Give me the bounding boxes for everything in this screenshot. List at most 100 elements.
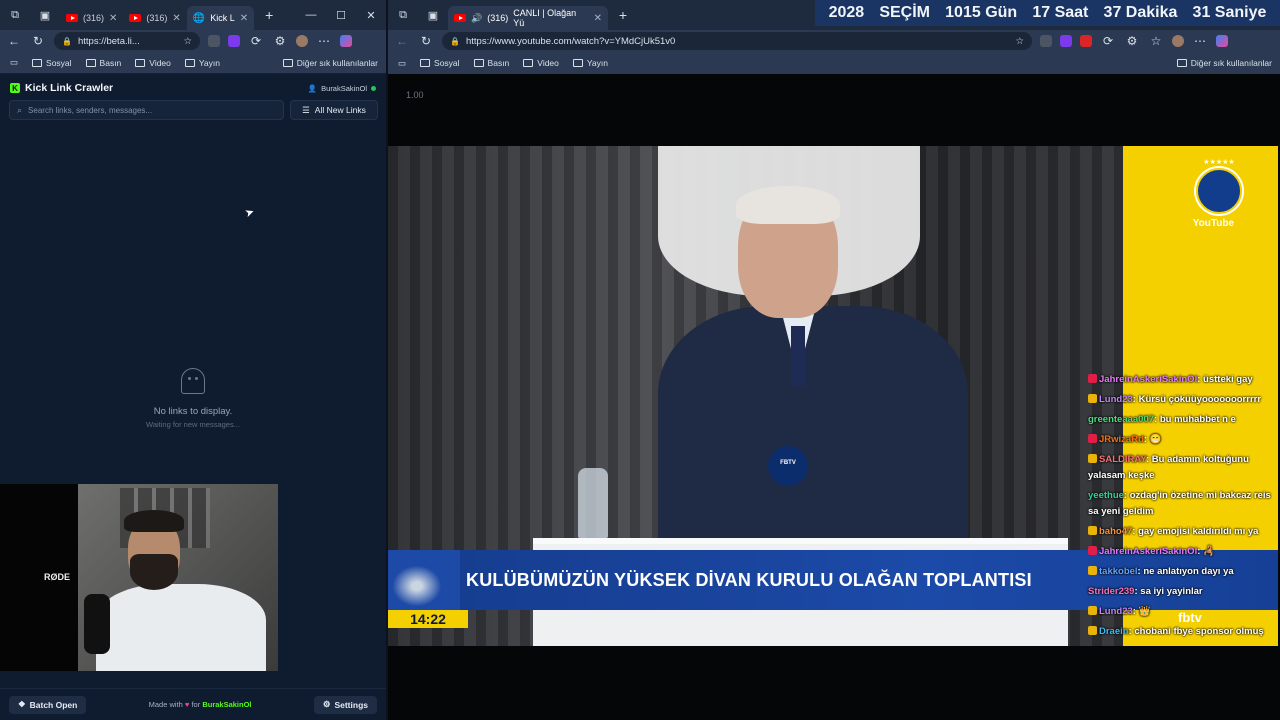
- chat-message: Lund23: Kürsü çöküüyooooooorrrrr: [1088, 392, 1278, 408]
- bookmark-other[interactable]: Diğer sık kullanılanlar: [1176, 58, 1272, 68]
- countdown-year: 2028: [828, 4, 865, 21]
- bookmark-yayin[interactable]: Yayın: [572, 58, 608, 68]
- person-beard: [130, 554, 178, 590]
- badge-icon: [1088, 374, 1097, 383]
- chat-username: JRwizaRd: [1099, 434, 1144, 445]
- bookmark-yayin[interactable]: Yayın: [184, 57, 220, 68]
- more-icon[interactable]: ⋯: [316, 34, 332, 48]
- chat-text: 🦂: [1203, 546, 1215, 557]
- new-tab-icon[interactable]: +: [608, 7, 638, 23]
- made-for: for: [191, 700, 201, 709]
- made-with-credit: Made with ♥ for BurakSakinOl: [149, 700, 252, 709]
- star-icon[interactable]: ☆: [183, 36, 192, 47]
- badge-icon: [1088, 626, 1097, 635]
- refresh-icon[interactable]: ↻: [30, 34, 46, 48]
- back-icon[interactable]: ←: [394, 34, 410, 48]
- badge-icon: [1088, 526, 1097, 535]
- chat-message: greenteaaa007: bu muhabbet n e: [1088, 412, 1278, 428]
- settings-button[interactable]: ⚙ Settings: [313, 695, 377, 714]
- back-icon[interactable]: ←: [6, 34, 22, 48]
- tab-actions-icon[interactable]: ▣: [30, 9, 60, 22]
- app-title: Kick Link Crawler: [25, 82, 114, 94]
- bookmark-label: Basın: [99, 57, 122, 68]
- chat-message: Draein: chobani fbye sponsor olmuş: [1088, 624, 1278, 640]
- address-bar[interactable]: 🔒 https://www.youtube.com/watch?v=YMdCjU…: [442, 32, 1032, 50]
- bookmark-basin[interactable]: Basın: [473, 58, 509, 68]
- filter-label: All New Links: [314, 105, 366, 115]
- kick-logo-icon: K: [10, 83, 20, 93]
- chat-text: üstteki gay: [1203, 374, 1253, 385]
- made-prefix: Made with: [148, 700, 183, 709]
- filter-dropdown[interactable]: ☰ All New Links: [290, 100, 378, 120]
- refresh-extension-icon[interactable]: ⟳: [1100, 34, 1116, 48]
- bookmark-sosyal[interactable]: Sosyal: [420, 58, 460, 68]
- playback-speed: 1.00: [406, 90, 424, 100]
- extension-icon[interactable]: [1040, 35, 1052, 47]
- chat-text: sa iyi yayinlar: [1140, 586, 1203, 597]
- extensions-icon[interactable]: ⚙: [1124, 34, 1140, 48]
- bookmark-label: Video: [149, 57, 171, 68]
- countdown-hours: 17 Saat: [1032, 4, 1089, 21]
- window-close-icon[interactable]: ✕: [356, 9, 386, 22]
- bookmark-other[interactable]: Diğer sık kullanılanlar: [282, 58, 378, 68]
- sidebar-toggle-icon[interactable]: ▭: [398, 58, 406, 69]
- bookmark-sosyal[interactable]: Sosyal: [32, 58, 72, 68]
- url-text: https://beta.li...: [77, 35, 140, 47]
- tab-youtube-1[interactable]: (316) ✕: [60, 6, 123, 30]
- filter-icon: ☰: [302, 104, 310, 115]
- chat-text: bu muhabbet n e: [1159, 414, 1236, 425]
- close-icon[interactable]: ✕: [594, 13, 602, 24]
- channel-badge: YouTube: [1192, 218, 1234, 229]
- youtube-extension-icon[interactable]: [1080, 35, 1092, 47]
- badge-icon: [1088, 566, 1097, 575]
- tab-kick-link[interactable]: 🌐 Kick L ✕: [186, 6, 255, 30]
- bookmark-basin[interactable]: Basın: [85, 57, 122, 68]
- folder-icon: [473, 59, 484, 67]
- made-name[interactable]: BurakSakinOl: [202, 700, 251, 709]
- video-player[interactable]: 1.00 ★★★★★ YouTube FBTV KULÜBÜMÜZÜN YÜKS…: [388, 74, 1280, 720]
- close-icon[interactable]: ✕: [172, 13, 180, 24]
- more-icon[interactable]: ⋯: [1192, 34, 1208, 48]
- close-icon[interactable]: ✕: [240, 13, 248, 24]
- election-countdown: 2028 SEÇİM 1015 Gün 17 Saat 37 Dakika 31…: [815, 0, 1280, 26]
- copilot-icon[interactable]: [340, 35, 352, 47]
- star-icon[interactable]: ☆: [1015, 36, 1024, 47]
- workspaces-icon[interactable]: ⧉: [388, 9, 418, 22]
- tab-actions-icon[interactable]: ▣: [418, 9, 448, 22]
- batch-open-button[interactable]: ❖ Batch Open: [9, 695, 87, 714]
- chat-message: Strider239: sa iyi yayinlar: [1088, 584, 1278, 600]
- person-hair: [124, 510, 184, 532]
- bookmark-video[interactable]: Video: [135, 58, 171, 68]
- chat-overlay: JahreinAskeriSakinOl: üstteki gay Lund23:…: [1088, 372, 1278, 644]
- address-bar[interactable]: 🔒 https://beta.li... ☆: [54, 32, 200, 50]
- avatar[interactable]: [296, 35, 308, 47]
- badge-icon: [1088, 454, 1097, 463]
- favorites-icon[interactable]: ☆: [1148, 34, 1164, 48]
- extensions-icon[interactable]: ⚙: [272, 34, 288, 48]
- avatar[interactable]: [1172, 35, 1184, 47]
- extension-icon[interactable]: [208, 35, 220, 47]
- sidebar-toggle-icon[interactable]: ▭: [10, 57, 18, 68]
- chat-text: 😁: [1149, 434, 1162, 445]
- bookmark-label: Yayın: [198, 57, 220, 68]
- audio-icon[interactable]: 🔊: [471, 13, 482, 24]
- search-input[interactable]: ⌕ Search links, senders, messages...: [9, 100, 284, 120]
- new-tab-icon[interactable]: +: [254, 7, 284, 23]
- extension-icon[interactable]: [228, 35, 240, 47]
- close-icon[interactable]: ✕: [109, 13, 117, 24]
- maximize-icon[interactable]: ☐: [326, 9, 356, 22]
- workspaces-icon[interactable]: ⧉: [0, 9, 30, 22]
- lock-icon: 🔒: [62, 36, 72, 46]
- minimize-icon[interactable]: —: [296, 9, 326, 21]
- refresh-icon[interactable]: ↻: [418, 34, 434, 48]
- chat-message: SALDIRAY: Bu adamın koltuğunu yalasam ke…: [1088, 452, 1278, 484]
- globe-icon: 🌐: [192, 12, 206, 24]
- chat-text: gay emojisi kaldırıldı mı ya: [1138, 526, 1259, 537]
- tab-youtube-live[interactable]: 🔊 (316) CANLI | Olağan Yü ✕: [448, 6, 608, 30]
- extension-icon[interactable]: [1060, 35, 1072, 47]
- copilot-icon[interactable]: [1216, 35, 1228, 47]
- refresh-extension-icon[interactable]: ⟳: [248, 34, 264, 48]
- chat-username: Lund23: [1099, 394, 1133, 405]
- bookmark-video[interactable]: Video: [523, 58, 559, 68]
- tab-youtube-2[interactable]: (316) ✕: [123, 6, 186, 30]
